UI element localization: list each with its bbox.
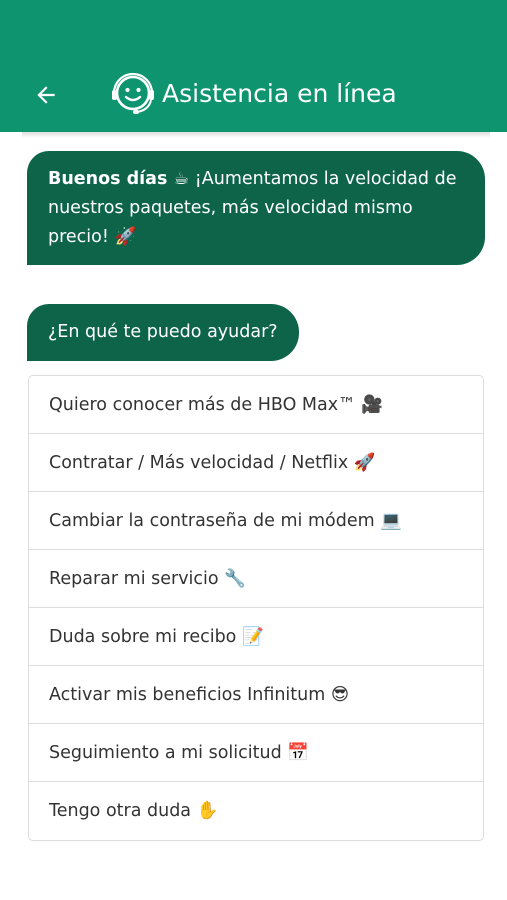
- option-otra-duda[interactable]: Tengo otra duda ✋: [29, 782, 483, 840]
- back-button[interactable]: [27, 76, 65, 114]
- arrow-left-icon: [37, 86, 55, 104]
- option-seguimiento-solicitud[interactable]: Seguimiento a mi solicitud 📅: [29, 724, 483, 782]
- greeting-title: Buenos días ☕: [48, 169, 190, 189]
- greeting-message: Buenos días ☕ ¡Aumentamos la velocidad d…: [27, 151, 485, 265]
- header-shadow: [22, 132, 490, 138]
- header-title: Asistencia en línea: [162, 79, 397, 108]
- option-duda-recibo[interactable]: Duda sobre mi recibo 📝: [29, 608, 483, 666]
- question-message: ¿En qué te puedo ayudar?: [27, 304, 299, 361]
- support-bot-icon: [112, 72, 154, 114]
- option-cambiar-contrasena[interactable]: Cambiar la contraseña de mi módem 💻: [29, 492, 483, 550]
- options-list: Quiero conocer más de HBO Max™ 🎥 Contrat…: [28, 375, 484, 841]
- option-hbo-max[interactable]: Quiero conocer más de HBO Max™ 🎥: [29, 376, 483, 434]
- app-header: Asistencia en línea: [0, 0, 507, 132]
- option-contratar[interactable]: Contratar / Más velocidad / Netflix 🚀: [29, 434, 483, 492]
- option-activar-beneficios[interactable]: Activar mis beneficios Infinitum 😎: [29, 666, 483, 724]
- option-reparar-servicio[interactable]: Reparar mi servicio 🔧: [29, 550, 483, 608]
